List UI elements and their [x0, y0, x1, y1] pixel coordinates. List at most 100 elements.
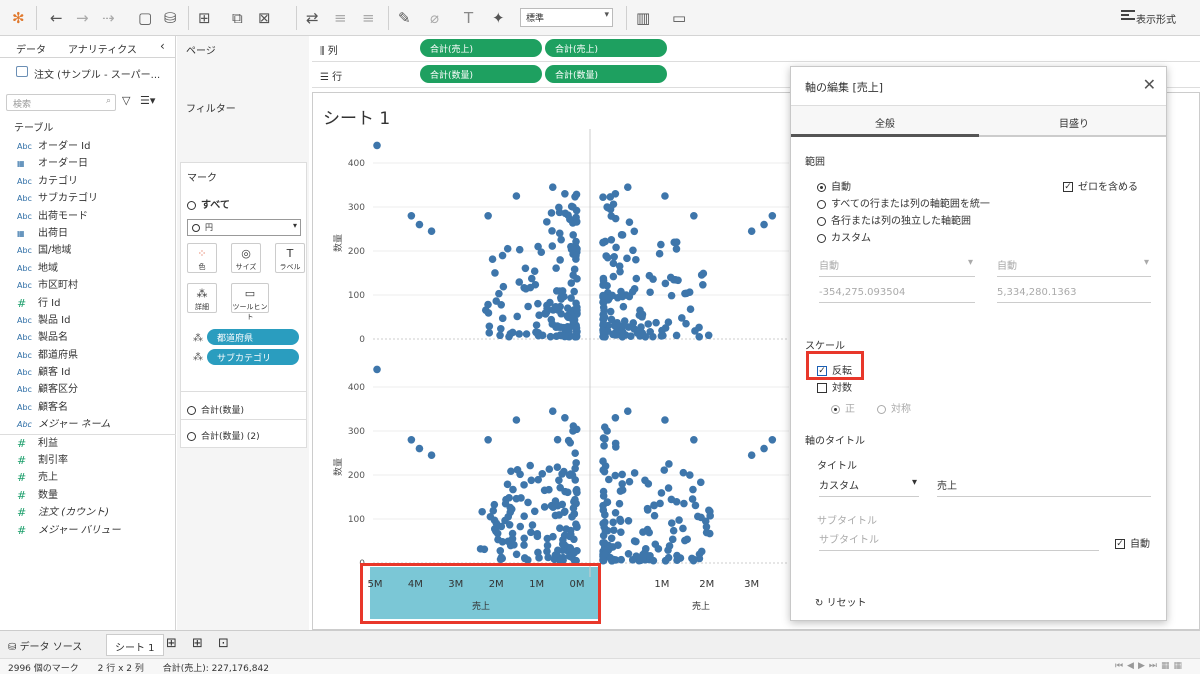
- collapse-icon[interactable]: ‹: [160, 39, 165, 53]
- database-icon: ⛁: [8, 642, 20, 653]
- field-item[interactable]: Abc 都道府県: [0, 347, 176, 364]
- field-item[interactable]: # 数量: [0, 487, 176, 504]
- scatter-plot[interactable]: 0100200300400数量0100200300400数量5M 4M 3M 2M 1M…: [313, 93, 789, 629]
- clear-sheet-icon[interactable]: ⊠: [258, 8, 271, 28]
- pill-row-qty-1[interactable]: 合計(数量): [420, 65, 542, 83]
- sort-asc-icon[interactable]: ≡: [334, 8, 347, 28]
- sort-desc-icon[interactable]: ≡: [362, 8, 375, 28]
- pill-prefecture[interactable]: 都道府県: [207, 329, 299, 345]
- scatter-point: [427, 451, 436, 460]
- marks-measure-2[interactable]: 合計(数量) (2): [187, 429, 260, 442]
- range-option-custom[interactable]: カスタム: [817, 229, 871, 244]
- scatter-point: [599, 506, 608, 515]
- field-item[interactable]: # メジャー バリュー: [0, 522, 176, 539]
- scatter-point: [699, 281, 707, 289]
- field-item[interactable]: Abc 市区町村: [0, 277, 176, 294]
- new-worksheet-icon[interactable]: ⊞: [198, 8, 211, 28]
- filters-card[interactable]: フィルター: [180, 94, 307, 156]
- subtitle-auto-checkbox[interactable]: ✓ 自動: [1115, 535, 1150, 550]
- title-input[interactable]: 売上: [937, 477, 1151, 497]
- group-icon[interactable]: ⌀: [430, 8, 439, 28]
- label-icon[interactable]: T: [464, 8, 473, 28]
- undo-icon[interactable]: ←: [50, 8, 63, 28]
- field-item[interactable]: Abc 製品名: [0, 329, 176, 346]
- field-item[interactable]: ▦ 出荷日: [0, 225, 176, 242]
- new-dashboard-icon[interactable]: ⊞: [192, 636, 203, 651]
- field-item[interactable]: # 行 Id: [0, 295, 176, 312]
- field-item[interactable]: Abc オーダー Id: [0, 138, 176, 155]
- field-item[interactable]: Abc 製品 Id: [0, 312, 176, 329]
- marks-all-row[interactable]: すべて: [187, 196, 230, 211]
- reset-button[interactable]: ↻ リセット: [815, 594, 867, 609]
- datasource-tab[interactable]: ⛁ データ ソース: [8, 638, 82, 653]
- range-option-auto[interactable]: 自動: [817, 178, 851, 193]
- mark-type-dropdown[interactable]: 円 ▾: [187, 219, 301, 236]
- detail-button[interactable]: ⁂ 詳細: [187, 283, 217, 313]
- field-item[interactable]: # 注文 (カウント): [0, 504, 176, 521]
- datasource-item[interactable]: 注文 (サンプル - スーパー...: [16, 66, 160, 81]
- field-item[interactable]: Abc 地域: [0, 260, 176, 277]
- swap-icon[interactable]: ⇄: [306, 8, 319, 28]
- show-cards-icon[interactable]: ▥: [636, 8, 650, 28]
- marks-measure-1[interactable]: 合計(数量): [187, 403, 244, 416]
- pill-col-sales-1[interactable]: 合計(売上): [420, 39, 542, 57]
- label-button[interactable]: T ラベル: [275, 243, 305, 273]
- filter-icon[interactable]: ▽: [122, 94, 130, 107]
- field-item[interactable]: Abc カテゴリ: [0, 173, 176, 190]
- field-item[interactable]: # 利益: [0, 435, 176, 452]
- pill-col-sales-2[interactable]: 合計(売上): [545, 39, 667, 57]
- tooltip-button[interactable]: ▭ ツールヒント: [231, 283, 269, 321]
- new-datasource-icon[interactable]: ⛁: [164, 8, 177, 28]
- fit-dropdown[interactable]: 標準 ▾: [520, 8, 613, 27]
- search-input[interactable]: 検索 ⌕: [6, 94, 116, 111]
- duplicate-icon[interactable]: ⧉: [232, 8, 243, 28]
- pill-row-qty-2[interactable]: 合計(数量): [545, 65, 667, 83]
- tab-data[interactable]: データ: [16, 41, 46, 56]
- field-item[interactable]: Abc 出荷モード: [0, 208, 176, 225]
- tab-analytics[interactable]: アナリティクス: [68, 41, 137, 56]
- show-me-icon[interactable]: [1121, 10, 1135, 24]
- size-button[interactable]: ◎ サイズ: [231, 243, 261, 273]
- include-zero-label: ゼロを含める: [1078, 182, 1138, 193]
- pager-icons[interactable]: ⏮◀▶⏭▦▦: [1115, 661, 1186, 671]
- field-item[interactable]: # 売上: [0, 469, 176, 486]
- view-options-icon[interactable]: ☰▾: [140, 94, 155, 107]
- highlight-icon[interactable]: ✎: [398, 8, 411, 28]
- close-icon[interactable]: ✕: [1143, 75, 1156, 94]
- scatter-point: [768, 212, 777, 220]
- marks-all-label: すべて: [201, 200, 230, 211]
- radio-icon: [817, 182, 826, 192]
- tableau-logo-icon[interactable]: ✻: [12, 8, 25, 28]
- field-item[interactable]: Abc サブカテゴリ: [0, 190, 176, 207]
- range-option-independent[interactable]: 各行または列の独立した軸範囲: [817, 212, 971, 227]
- title-mode-select[interactable]: カスタム ▾: [819, 477, 919, 497]
- pages-card[interactable]: ページ: [180, 36, 307, 92]
- show-me-button[interactable]: 表示形式: [1136, 11, 1176, 26]
- new-story-icon[interactable]: ⊡: [218, 636, 229, 651]
- subtitle-label: サブタイトル: [817, 516, 877, 527]
- tab-general[interactable]: 全般: [875, 115, 895, 130]
- log-checkbox[interactable]: 対数: [817, 379, 852, 394]
- field-item[interactable]: # 割引率: [0, 452, 176, 469]
- new-sheet-icon[interactable]: ⊞: [166, 636, 177, 651]
- color-button[interactable]: ⁘ 色: [187, 243, 217, 273]
- field-item[interactable]: ▦ オーダー日: [0, 155, 176, 172]
- scatter-point: [545, 485, 553, 494]
- field-item[interactable]: Abc 顧客名: [0, 399, 176, 416]
- columns-shelf[interactable]: ⫼ 列 合計(売上) 合計(売上): [312, 36, 1200, 62]
- field-item[interactable]: Abc 国/地域: [0, 242, 176, 259]
- field-item[interactable]: Abc メジャー ネーム: [0, 416, 176, 433]
- tab-ticks[interactable]: 目盛り: [1059, 115, 1089, 130]
- redo-icon[interactable]: →: [76, 8, 89, 28]
- field-item[interactable]: Abc 顧客 Id: [0, 364, 176, 381]
- pin-icon[interactable]: ✦: [492, 8, 505, 28]
- save-icon[interactable]: ▢: [138, 8, 152, 28]
- replay-icon[interactable]: ⇢: [102, 8, 115, 28]
- field-item[interactable]: Abc 顧客区分: [0, 381, 176, 398]
- range-option-uniform[interactable]: すべての行または列の軸範囲を統一: [817, 195, 990, 210]
- include-zero-checkbox[interactable]: ✓ ゼロを含める: [1063, 178, 1138, 193]
- scatter-point: [624, 516, 633, 525]
- pill-subcategory[interactable]: サブカテゴリ: [207, 349, 299, 365]
- sheet-tab[interactable]: シート 1: [106, 634, 164, 656]
- presentation-icon[interactable]: ▭: [672, 8, 686, 28]
